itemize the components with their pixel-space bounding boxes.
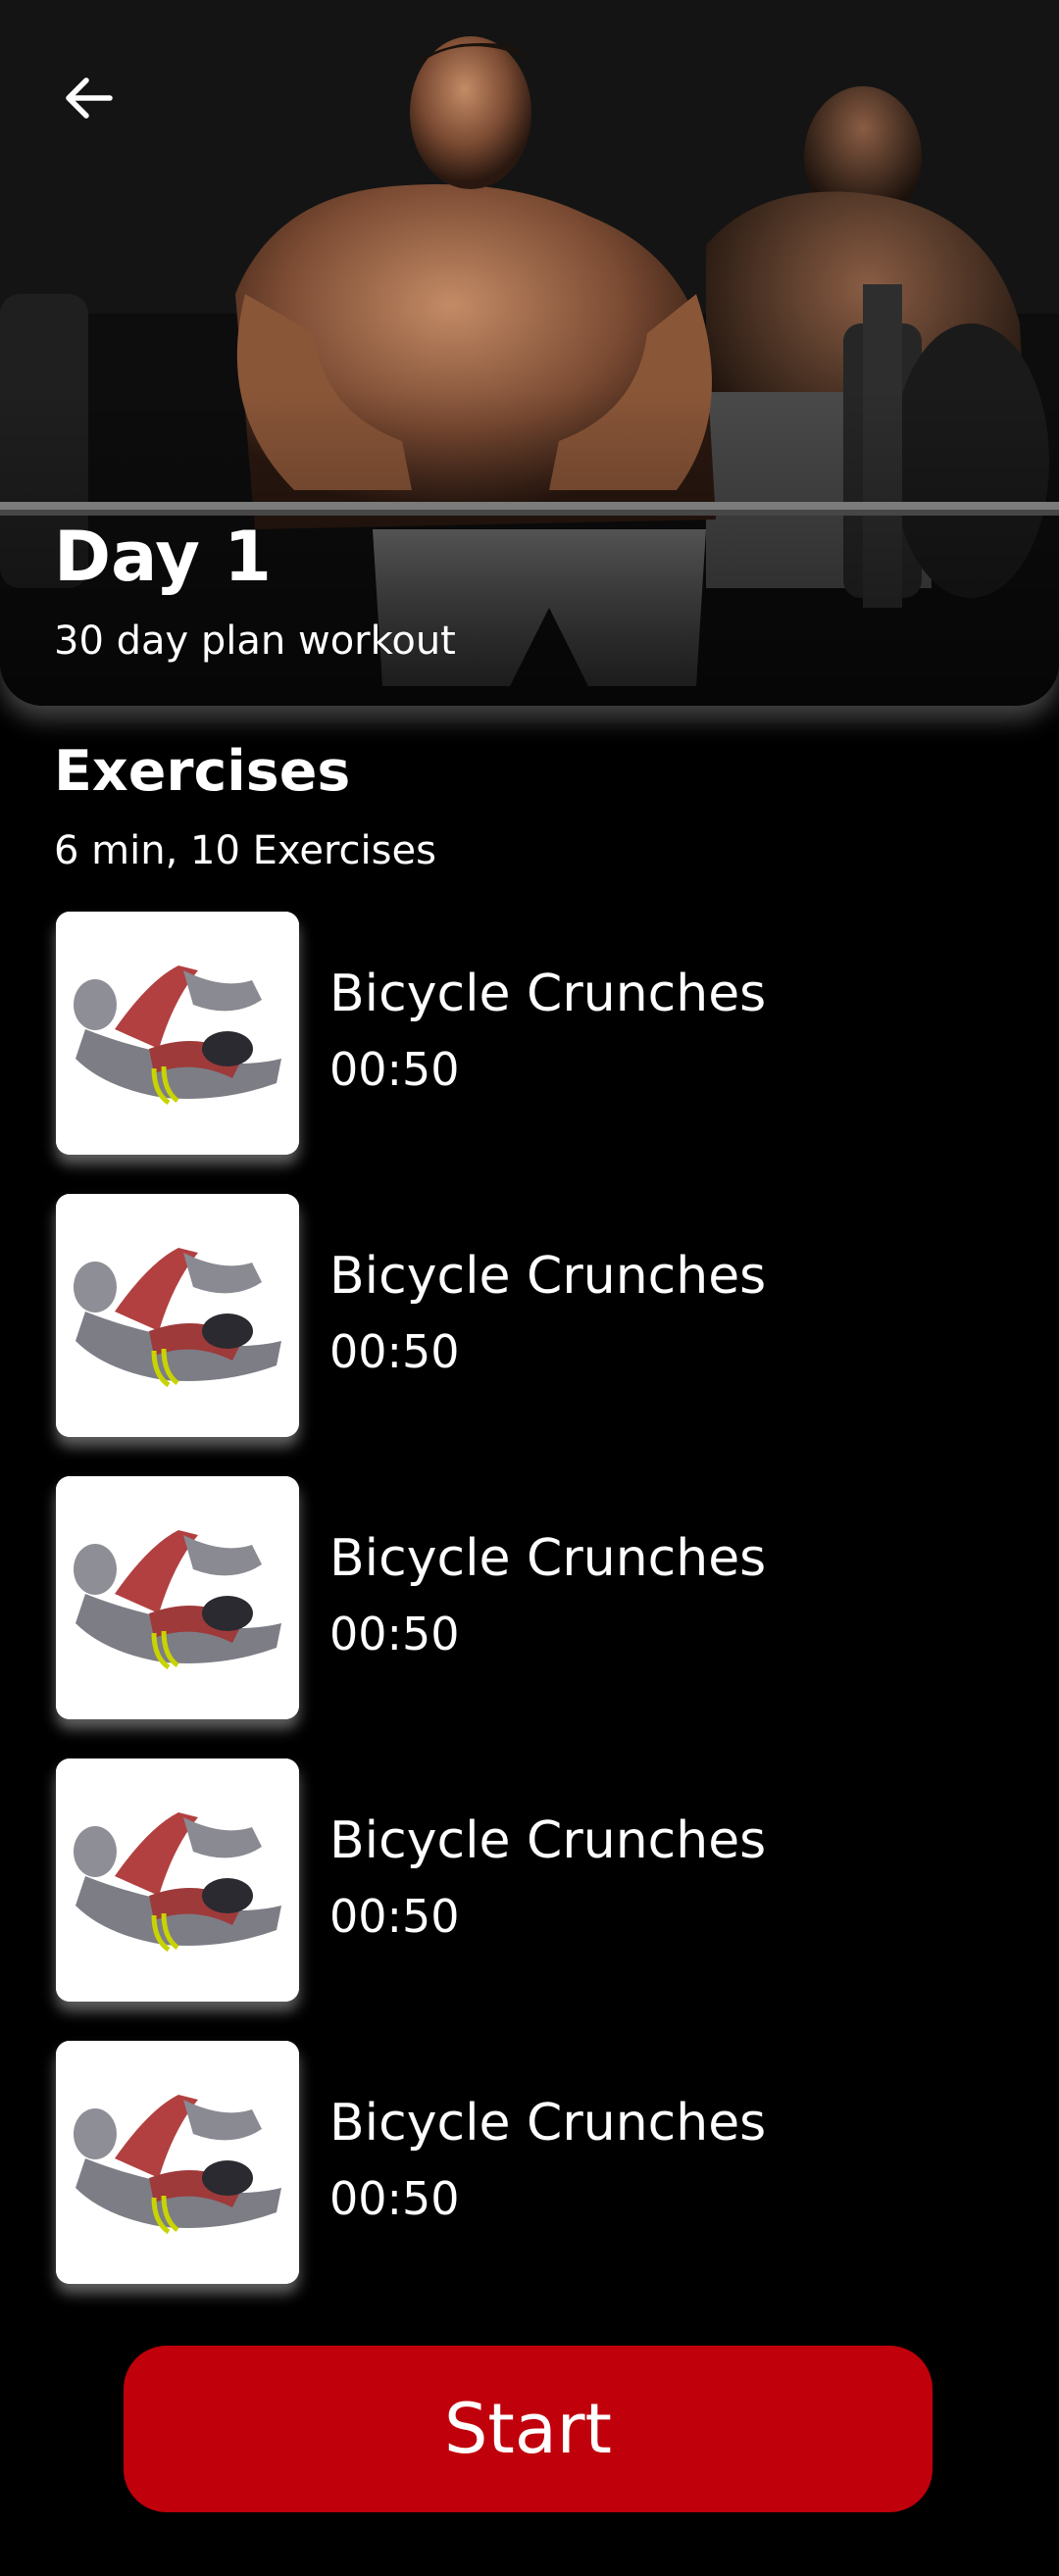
exercise-list: Bicycle Crunches 00:50 Bicycle Crunches … — [54, 912, 1015, 2323]
exercise-item[interactable]: Bicycle Crunches 00:50 — [54, 1759, 1015, 2004]
exercise-duration: 00:50 — [329, 2172, 460, 2225]
hero-banner: Day 1 30 day plan workout — [0, 0, 1059, 706]
exercise-name: Bicycle Crunches — [329, 965, 767, 1023]
exercise-item[interactable]: Bicycle Crunches 00:50 — [54, 912, 1015, 1157]
page-title: Day 1 — [54, 517, 272, 597]
start-button[interactable]: Start — [124, 2346, 933, 2512]
exercise-item[interactable]: Bicycle Crunches 00:50 — [54, 1476, 1015, 1721]
arrow-left-icon — [66, 77, 113, 119]
exercise-item[interactable]: Bicycle Crunches 00:50 — [54, 2041, 1015, 2286]
exercise-thumbnail — [56, 1476, 299, 1719]
section-title: Exercises — [54, 739, 351, 804]
exercise-thumbnail — [56, 1759, 299, 2002]
section-summary: 6 min, 10 Exercises — [54, 828, 436, 873]
exercise-name: Bicycle Crunches — [329, 1529, 767, 1588]
exercise-item[interactable]: Bicycle Crunches 00:50 — [54, 1194, 1015, 1439]
exercise-duration: 00:50 — [329, 1890, 460, 1943]
exercise-name: Bicycle Crunches — [329, 2094, 767, 2153]
exercise-thumbnail — [56, 912, 299, 1155]
exercise-thumbnail — [56, 1194, 299, 1437]
exercise-duration: 00:50 — [329, 1043, 460, 1096]
exercise-duration: 00:50 — [329, 1608, 460, 1660]
hero-overlay — [0, 0, 1059, 706]
back-button[interactable] — [47, 57, 129, 139]
exercise-thumbnail — [56, 2041, 299, 2284]
exercise-duration: 00:50 — [329, 1325, 460, 1378]
page-subtitle: 30 day plan workout — [54, 619, 456, 664]
exercise-name: Bicycle Crunches — [329, 1247, 767, 1306]
exercise-name: Bicycle Crunches — [329, 1811, 767, 1870]
